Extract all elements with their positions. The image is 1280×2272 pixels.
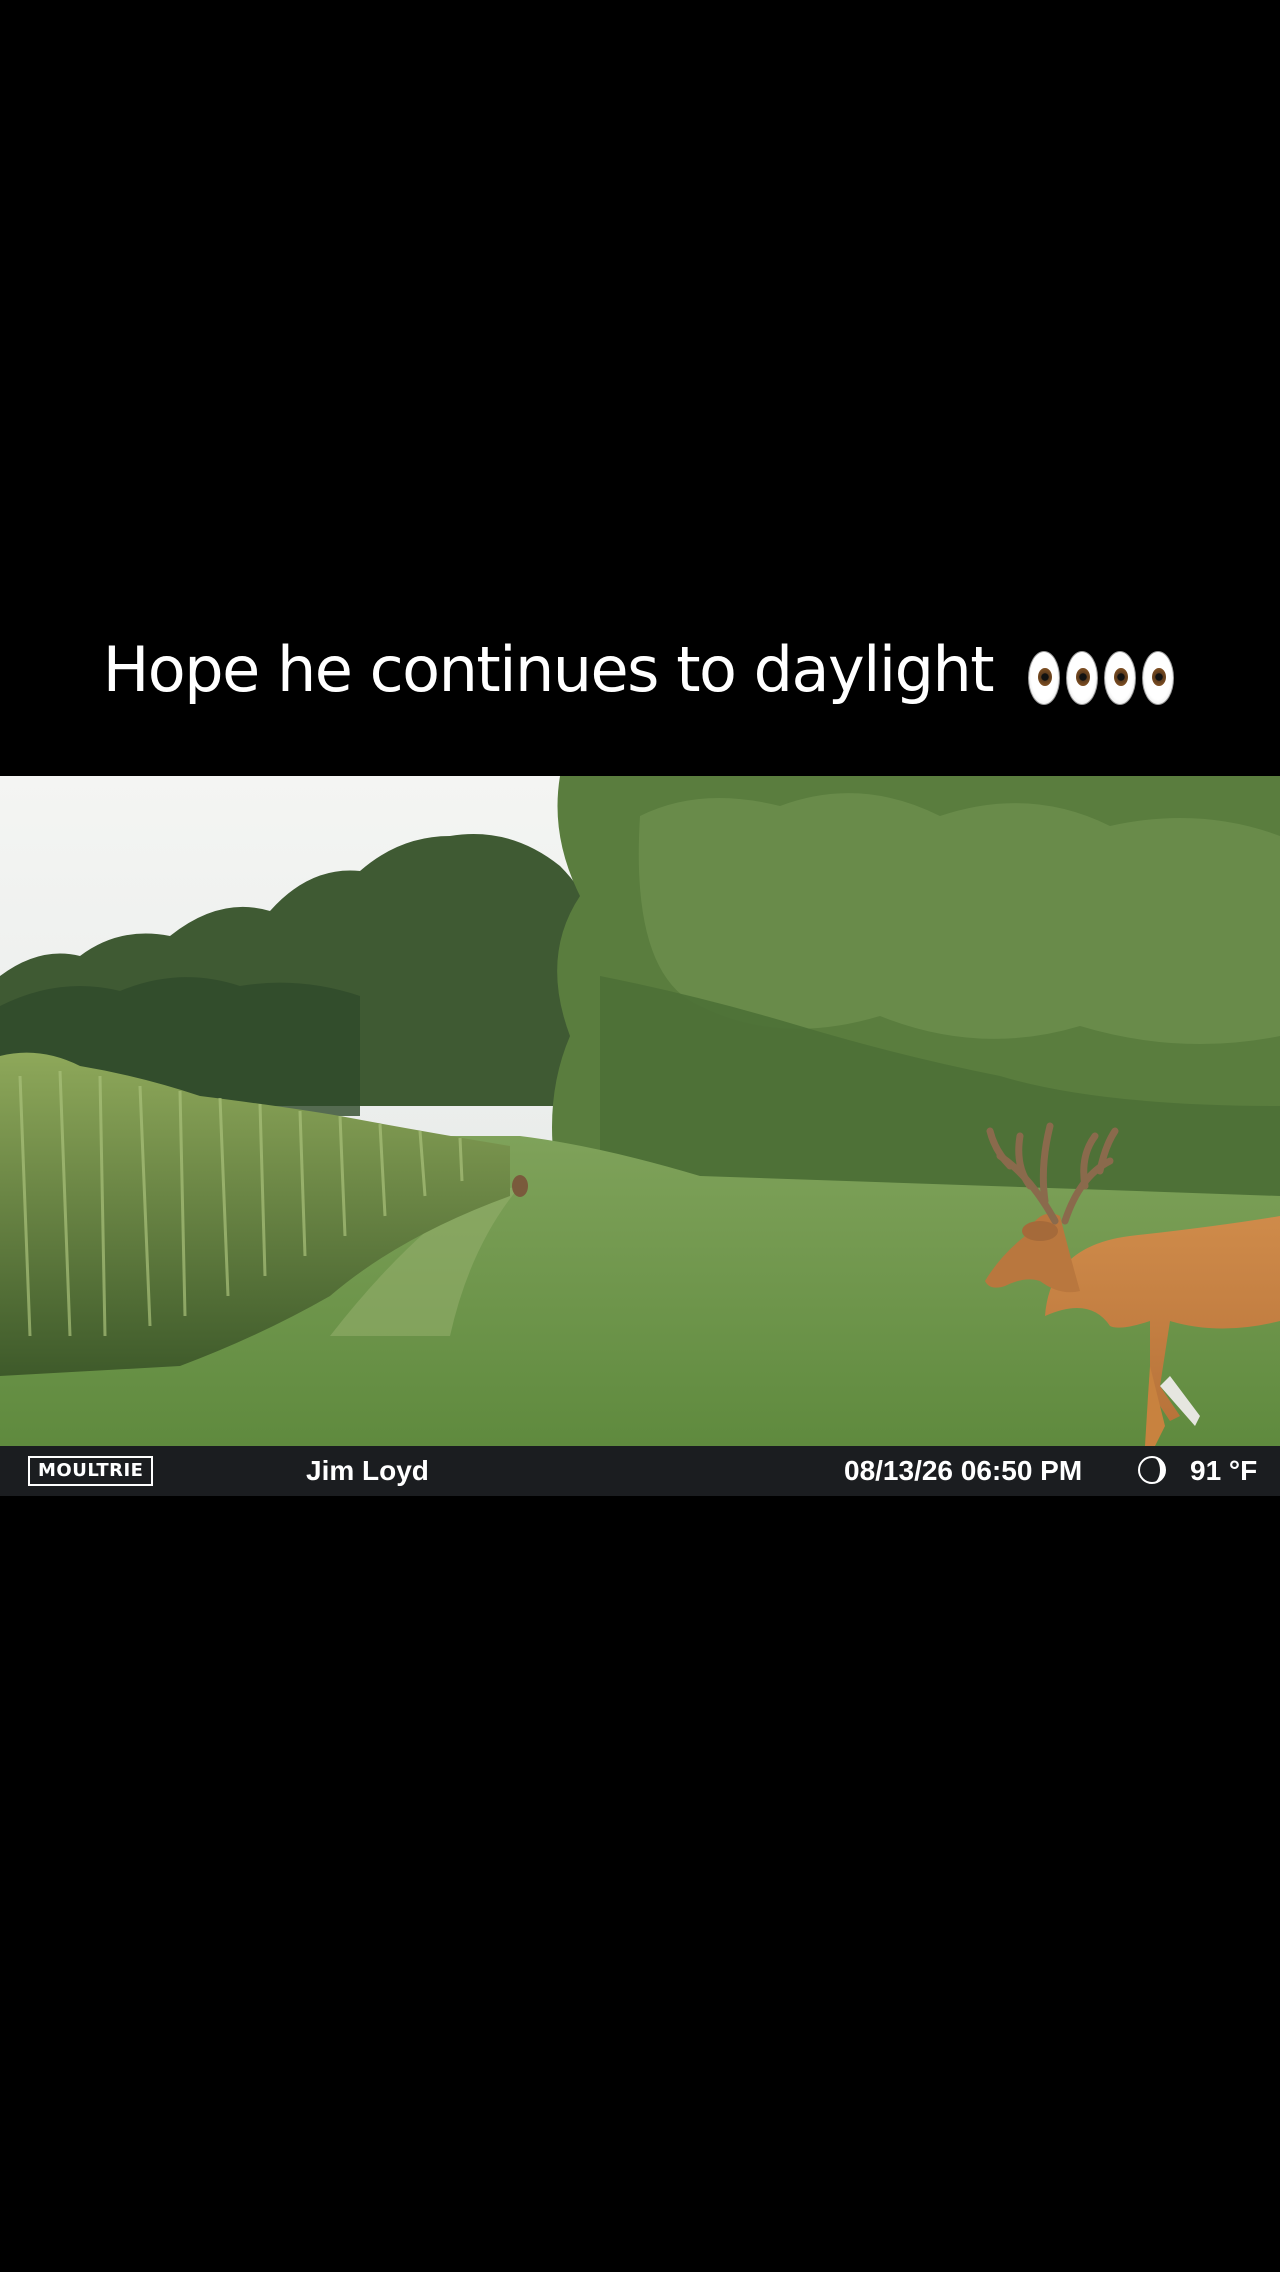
camera-info-bar: MOULTRIE Jim Loyd 08/13/26 06:50 PM 91 °… (0, 1446, 1280, 1496)
temperature: 91 °F (1190, 1455, 1258, 1486)
eyes-emoji-icon (1025, 634, 1177, 714)
timestamp: 08/13/26 06:50 PM (844, 1455, 1083, 1486)
trail-camera-photo (0, 776, 1280, 1446)
caption-text: Hope he continues to daylight (102, 633, 995, 706)
caption: Hope he continues to daylight (0, 630, 1280, 714)
video-frame[interactable]: MOULTRIE Jim Loyd 08/13/26 06:50 PM 91 °… (0, 776, 1280, 1496)
camera-name: Jim Loyd (306, 1455, 429, 1486)
moon-phase-icon (1138, 1456, 1166, 1484)
brand-logo: MOULTRIE (28, 1456, 154, 1486)
